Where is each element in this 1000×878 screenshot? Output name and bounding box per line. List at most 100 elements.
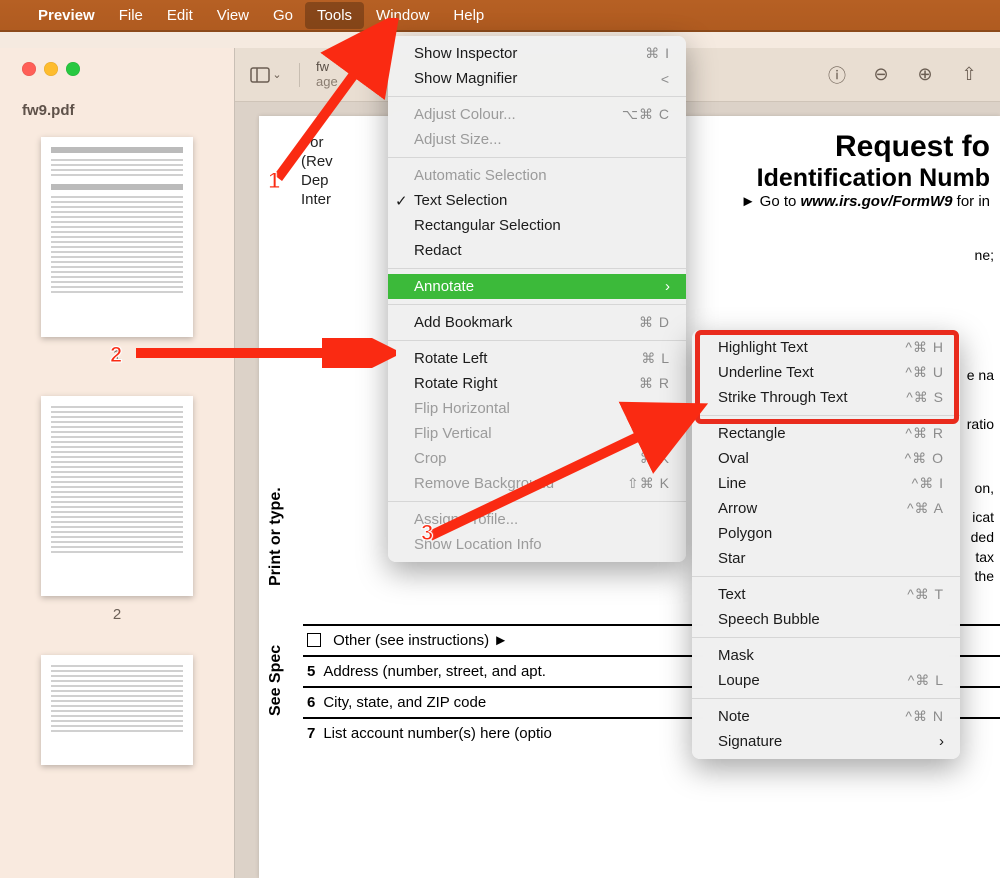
zoom-window-button[interactable] (66, 62, 80, 76)
share-icon: ⇧ (961, 64, 976, 85)
menu-help[interactable]: Help (441, 2, 496, 29)
annotation-number-3: 3 (421, 520, 433, 546)
tools-item-crop: Crop⌘ K (388, 446, 686, 471)
shortcut-label: ^⌘ A (883, 500, 944, 517)
form-title-1: Request fo (741, 130, 1000, 164)
minimize-window-button[interactable] (44, 62, 58, 76)
menu-view[interactable]: View (205, 2, 261, 29)
shortcut-label: ^⌘ T (883, 586, 944, 603)
menu-item-label: Speech Bubble (718, 611, 820, 628)
menu-item-label: Oval (718, 450, 749, 467)
toolbar-title: fw age (316, 60, 338, 89)
menu-item-label: Polygon (718, 525, 772, 542)
tools-item-rectangular-selection[interactable]: Rectangular Selection (388, 213, 686, 238)
menubar: Preview File Edit View Go Tools Window H… (0, 0, 1000, 32)
zoom-in-icon: ⊕ (917, 64, 932, 85)
annotation-number-1: 1 (268, 168, 280, 194)
close-window-button[interactable] (22, 62, 36, 76)
annotate-item-mask[interactable]: Mask (692, 643, 960, 668)
thumbnail-1[interactable]: 1 (12, 137, 222, 364)
shortcut-label: ^⌘ U (881, 364, 944, 381)
shortcut-label: ^⌘ R (881, 425, 944, 442)
annotate-item-underline-text[interactable]: Underline Text^⌘ U (692, 360, 960, 385)
annotate-item-polygon[interactable]: Polygon (692, 521, 960, 546)
chevron-down-icon: ⌄ (272, 68, 281, 81)
menu-item-label: Crop (414, 450, 447, 467)
menu-item-label: Text (718, 586, 746, 603)
shortcut-label: ⇧⌘ K (603, 475, 670, 492)
annotate-item-arrow[interactable]: Arrow ^⌘ A (692, 496, 960, 521)
chevron-right-icon: › (641, 278, 670, 295)
menu-edit[interactable]: Edit (155, 2, 205, 29)
menu-go[interactable]: Go (261, 2, 305, 29)
info-button[interactable]: ⓘ (820, 61, 854, 89)
sidebar: fw9.pdf 1 2 (0, 48, 234, 878)
zoom-out-button[interactable]: ⊖ (864, 61, 898, 89)
tools-item-rotate-right[interactable]: Rotate Right ⌘ R (388, 371, 686, 396)
annotate-item-highlight-text[interactable]: Highlight Text ^⌘ H (692, 335, 960, 360)
tools-item-flip-horizontal: Flip Horizontal (388, 396, 686, 421)
thumbnail-3[interactable] (12, 655, 222, 765)
shortcut-label: ^⌘ N (881, 708, 944, 725)
annotate-item-loupe[interactable]: Loupe^⌘ L (692, 668, 960, 693)
tools-item-adjust-size-: Adjust Size... (388, 127, 686, 152)
window-controls (12, 62, 222, 76)
menu-item-label: Automatic Selection (414, 167, 547, 184)
tools-item-redact[interactable]: Redact (388, 238, 686, 263)
tools-item-text-selection[interactable]: ✓Text Selection (388, 188, 686, 213)
annotate-item-signature[interactable]: Signature › (692, 729, 960, 754)
menu-item-label: Signature (718, 733, 782, 750)
shortcut-label: ^⌘ I (888, 475, 944, 492)
shortcut-label: ⌥⌘ C (598, 106, 670, 123)
form-title-2: Identification Numb (741, 164, 1000, 193)
menu-tools[interactable]: Tools (305, 2, 364, 29)
menu-item-label: Adjust Colour... (414, 106, 516, 123)
annotate-item-line[interactable]: Line^⌘ I (692, 471, 960, 496)
checkbox-icon[interactable] (307, 633, 321, 647)
menu-item-label: Flip Vertical (414, 425, 492, 442)
menu-item-label: Show Magnifier (414, 70, 517, 87)
shortcut-label: ⌘ R (615, 375, 670, 392)
menu-item-label: Loupe (718, 672, 760, 689)
tools-item-flip-vertical: Flip Vertical (388, 421, 686, 446)
tools-item-rotate-left[interactable]: Rotate Left ⌘ L (388, 346, 686, 371)
zoom-out-icon: ⊖ (873, 64, 888, 85)
menu-item-label: Highlight Text (718, 339, 808, 356)
annotate-item-note[interactable]: Note^⌘ N (692, 704, 960, 729)
annotate-item-star[interactable]: Star (692, 546, 960, 571)
annotate-item-oval[interactable]: Oval^⌘ O (692, 446, 960, 471)
check-icon: ✓ (395, 192, 408, 210)
menu-window[interactable]: Window (364, 2, 441, 29)
menu-item-label: Strike Through Text (718, 389, 848, 406)
tools-menu: Show Inspector⌘ IShow Magnifier< Adjust C… (388, 36, 686, 562)
menu-file[interactable]: File (107, 2, 155, 29)
menu-item-label: Add Bookmark (414, 314, 512, 331)
share-button[interactable]: ⇧ (952, 61, 986, 89)
menu-item-label: Remove Background (414, 475, 554, 492)
menu-item-label: Star (718, 550, 746, 567)
annotate-item-speech-bubble[interactable]: Speech Bubble (692, 607, 960, 632)
annotate-item-strike-through-text[interactable]: Strike Through Text^⌘ S (692, 385, 960, 410)
tools-item-adjust-colour-: Adjust Colour... ⌥⌘ C (388, 102, 686, 127)
tools-item-show-magnifier[interactable]: Show Magnifier< (388, 66, 686, 91)
menu-preview[interactable]: Preview (26, 2, 107, 29)
thumbnail-2[interactable]: 2 (12, 396, 222, 623)
menu-item-label: Adjust Size... (414, 131, 502, 148)
document-filename: fw9.pdf (12, 98, 222, 137)
zoom-in-button[interactable]: ⊕ (908, 61, 942, 89)
tools-item-annotate[interactable]: Annotate› (388, 274, 686, 299)
shortcut-label: ⌘ L (617, 350, 670, 367)
tools-item-add-bookmark[interactable]: Add Bookmark ⌘ D (388, 310, 686, 335)
info-icon: ⓘ (828, 62, 846, 88)
annotate-item-text[interactable]: Text ^⌘ T (692, 582, 960, 607)
menu-item-label: Arrow (718, 500, 757, 517)
tools-item-show-inspector[interactable]: Show Inspector⌘ I (388, 41, 686, 66)
form-label: For (301, 134, 333, 151)
chevron-right-icon: › (915, 733, 944, 750)
sidebar-toggle-button[interactable]: ⌄ (249, 61, 283, 89)
shortcut-label: ⌘ D (615, 314, 670, 331)
menu-item-label: Rotate Left (414, 350, 487, 367)
shortcut-label: ^⌘ H (881, 339, 944, 356)
menu-item-label: Rotate Right (414, 375, 497, 392)
annotate-item-rectangle[interactable]: Rectangle^⌘ R (692, 421, 960, 446)
